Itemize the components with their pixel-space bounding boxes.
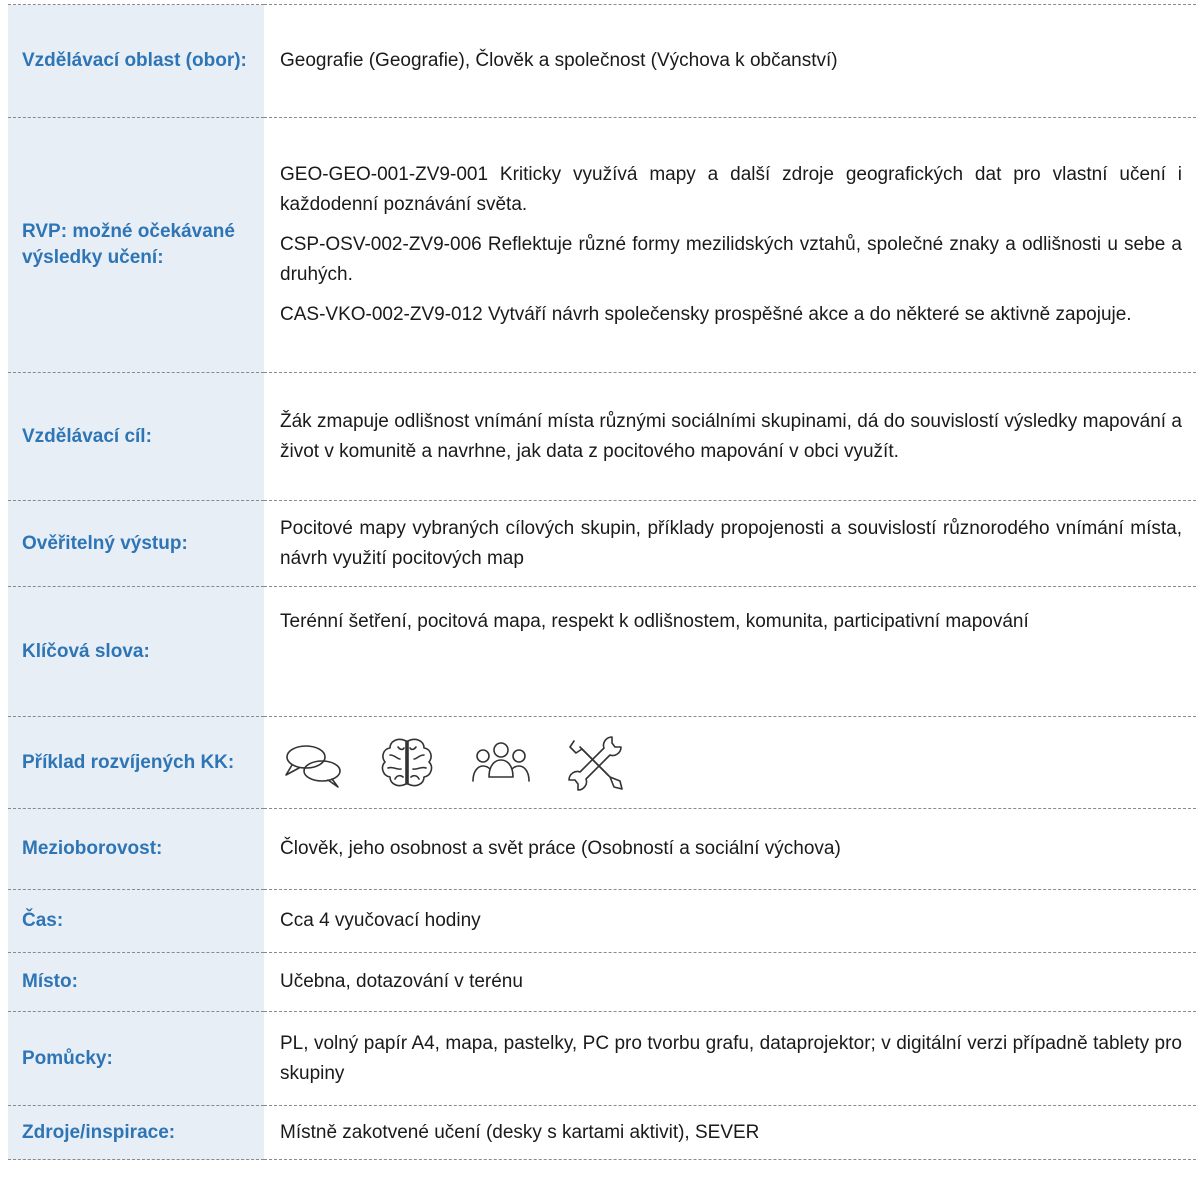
value-sources: Místně zakotvené učení (desky s kartami …	[264, 1105, 1196, 1160]
row-sources: Zdroje/inspirace: Místně zakotvené učení…	[8, 1105, 1196, 1160]
label-crosscurricular: Mezioborovost:	[8, 808, 264, 890]
row-area: Vzdělávací oblast (obor): Geografie (Geo…	[8, 4, 1196, 118]
row-output: Ověřitelný výstup: Pocitové mapy vybraný…	[8, 500, 1196, 587]
label-competences: Příklad rozvíjených KK:	[8, 716, 264, 809]
activity-card: Vzdělávací oblast (obor): Geografie (Geo…	[8, 4, 1196, 1160]
label-rvp: RVP: možné očekávané výsledky učení:	[8, 117, 264, 373]
value-place: Učebna, dotazování v terénu	[264, 952, 1196, 1012]
info-table: Vzdělávací oblast (obor): Geografie (Geo…	[8, 4, 1196, 1160]
row-competences: Příklad rozvíjených KK:	[8, 716, 1196, 809]
value-competences	[264, 716, 1196, 809]
row-rvp: RVP: možné očekávané výsledky učení: GEO…	[8, 117, 1196, 373]
brain-icon	[378, 735, 436, 791]
label-place: Místo:	[8, 952, 264, 1012]
label-goal: Vzdělávací cíl:	[8, 372, 264, 501]
label-tools: Pomůcky:	[8, 1011, 264, 1106]
label-area: Vzdělávací oblast (obor):	[8, 4, 264, 118]
value-time: Cca 4 vyučovací hodiny	[264, 889, 1196, 953]
rvp-outcome-2: CSP-OSV-002-ZV9-006 Reflektuje různé for…	[280, 234, 1182, 285]
row-goal: Vzdělávací cíl: Žák zmapuje odlišnost vn…	[8, 372, 1196, 501]
label-output: Ověřitelný výstup:	[8, 500, 264, 587]
rvp-outcome-3: CAS-VKO-002-ZV9-012 Vytváří návrh společ…	[280, 304, 1132, 325]
row-tools: Pomůcky: PL, volný papír A4, mapa, paste…	[8, 1011, 1196, 1106]
value-rvp: GEO-GEO-001-ZV9-001 Kriticky využívá map…	[264, 117, 1196, 373]
label-sources: Zdroje/inspirace:	[8, 1105, 264, 1160]
value-area: Geografie (Geografie), Člověk a společno…	[264, 4, 1196, 118]
people-group-icon	[470, 737, 532, 789]
value-keywords: Terénní šetření, pocitová mapa, respekt …	[264, 586, 1196, 717]
label-time: Čas:	[8, 889, 264, 953]
speech-bubbles-icon	[282, 735, 344, 791]
value-crosscurricular: Člověk, jeho osobnost a svět práce (Osob…	[264, 808, 1196, 890]
value-output: Pocitové mapy vybraných cílových skupin,…	[264, 500, 1196, 587]
rvp-outcome-1: GEO-GEO-001-ZV9-001 Kriticky využívá map…	[280, 164, 1182, 215]
value-goal: Žák zmapuje odlišnost vnímání místa různ…	[264, 372, 1196, 501]
row-place: Místo: Učebna, dotazování v terénu	[8, 952, 1196, 1012]
wrench-screwdriver-icon	[566, 733, 626, 793]
value-tools: PL, volný papír A4, mapa, pastelky, PC p…	[264, 1011, 1196, 1106]
row-time: Čas: Cca 4 vyučovací hodiny	[8, 889, 1196, 953]
row-crosscurricular: Mezioborovost: Člověk, jeho osobnost a s…	[8, 808, 1196, 890]
row-keywords: Klíčová slova: Terénní šetření, pocitová…	[8, 586, 1196, 717]
label-keywords: Klíčová slova:	[8, 586, 264, 717]
